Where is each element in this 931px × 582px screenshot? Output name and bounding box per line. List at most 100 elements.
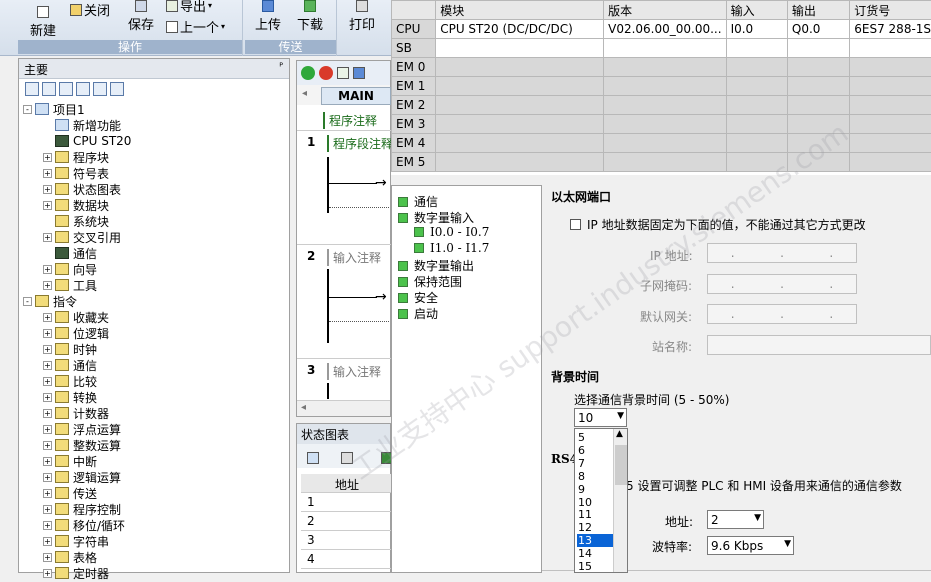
expand-icon[interactable]: + — [43, 473, 52, 482]
input-cell[interactable] — [726, 96, 787, 115]
module-cell[interactable]: CPU ST20 (DC/DC/DC) — [436, 20, 604, 39]
scroll-thumb[interactable] — [615, 445, 627, 485]
tree-item[interactable]: +中断 — [43, 453, 97, 469]
tree-item[interactable]: +浮点运算 — [43, 421, 121, 437]
tree-item[interactable]: +整数运算 — [43, 437, 121, 453]
table-row[interactable]: CPUCPU ST20 (DC/DC/DC)V02.06.00_00.00...… — [392, 20, 931, 39]
download-button[interactable]: 下载 — [297, 0, 323, 33]
expand-icon[interactable]: + — [43, 537, 52, 546]
order-cell[interactable] — [850, 39, 931, 58]
document-icon[interactable] — [59, 82, 73, 96]
output-cell[interactable] — [787, 96, 849, 115]
order-cell[interactable] — [850, 77, 931, 96]
config-tree-item[interactable]: 数字量输入 — [398, 209, 474, 226]
upload-button[interactable]: 上传 — [255, 0, 281, 33]
version-cell[interactable] — [604, 96, 726, 115]
module-cell[interactable] — [436, 58, 604, 77]
expand-icon[interactable]: + — [43, 169, 52, 178]
expand-icon[interactable]: + — [43, 329, 52, 338]
expand-icon[interactable]: + — [43, 185, 52, 194]
add-row-icon[interactable] — [307, 452, 319, 464]
table-row[interactable]: EM 0 — [392, 58, 931, 77]
tree-item[interactable]: -指令 — [23, 293, 77, 309]
expand-icon[interactable]: + — [43, 553, 52, 562]
config-tree-item[interactable]: 启动 — [398, 305, 438, 322]
table-row[interactable]: EM 3 — [392, 115, 931, 134]
tree-item[interactable]: -项目1 — [23, 101, 85, 117]
list-scrollbar[interactable]: ▲ — [613, 429, 627, 572]
tree-item[interactable]: +程序块 — [43, 149, 109, 165]
version-cell[interactable]: V02.06.00_00.00... — [604, 20, 726, 39]
status-chart-row[interactable]: 1 — [301, 493, 391, 512]
station-name-field[interactable] — [707, 335, 931, 355]
tree-line[interactable] — [43, 217, 52, 226]
delete-row-icon[interactable] — [341, 452, 353, 464]
monitor-icon[interactable] — [110, 82, 124, 96]
tree-item[interactable]: +逻辑运算 — [43, 469, 121, 485]
order-cell[interactable] — [850, 58, 931, 77]
tree-item[interactable]: +位逻辑 — [43, 325, 109, 341]
version-cell[interactable] — [604, 153, 726, 172]
version-cell[interactable] — [604, 134, 726, 153]
view-icon[interactable] — [25, 82, 39, 96]
output-cell[interactable] — [787, 77, 849, 96]
expand-icon[interactable]: + — [43, 265, 52, 274]
module-cell[interactable] — [436, 96, 604, 115]
input-cell[interactable] — [726, 134, 787, 153]
input-cell[interactable] — [726, 77, 787, 96]
compile-icon[interactable] — [337, 67, 349, 79]
dropdown-option[interactable]: 7 — [577, 457, 617, 470]
tree-item[interactable]: +表格 — [43, 549, 97, 565]
config-tree-item[interactable]: I1.0 - I1.7 — [414, 241, 489, 255]
version-cell[interactable] — [604, 39, 726, 58]
expand-icon[interactable]: + — [43, 393, 52, 402]
tree-item[interactable]: +数据块 — [43, 197, 109, 213]
table-row[interactable]: EM 1 — [392, 77, 931, 96]
input-cell[interactable] — [726, 39, 787, 58]
version-cell[interactable] — [604, 115, 726, 134]
module-cell[interactable] — [436, 153, 604, 172]
order-cell[interactable] — [850, 115, 931, 134]
tree-line[interactable] — [43, 249, 52, 258]
config-tree-item[interactable]: 通信 — [398, 193, 438, 210]
expand-icon[interactable]: + — [43, 345, 52, 354]
table-icon[interactable] — [42, 82, 56, 96]
config-tree-item[interactable]: I0.0 - I0.7 — [414, 225, 489, 239]
background-time-select[interactable]: 10 ▼ — [574, 408, 627, 427]
table-row[interactable]: SB — [392, 39, 931, 58]
program-comment-row[interactable]: 程序注释 — [297, 109, 392, 131]
table-row[interactable]: EM 4 — [392, 134, 931, 153]
input-cell[interactable] — [726, 115, 787, 134]
output-cell[interactable] — [787, 134, 849, 153]
dropdown-option[interactable]: 11 — [577, 508, 617, 521]
output-cell[interactable]: Q0.0 — [787, 20, 849, 39]
tree-line[interactable] — [43, 121, 52, 130]
input-cell[interactable]: I0.0 — [726, 20, 787, 39]
collapse-icon[interactable]: - — [23, 297, 32, 306]
document-icon[interactable] — [76, 82, 90, 96]
network-3[interactable]: 3 输入注释 — [297, 359, 392, 399]
subnet-mask-field[interactable]: ... — [707, 274, 857, 294]
background-time-dropdown-list[interactable]: 56789101112131415 ▲ — [574, 428, 628, 573]
network-2[interactable]: 2 输入注释 → — [297, 245, 392, 359]
gateway-field[interactable]: ... — [707, 304, 857, 324]
dropdown-option[interactable]: 12 — [577, 521, 617, 534]
tree-line[interactable] — [43, 137, 52, 146]
order-cell[interactable] — [850, 134, 931, 153]
expand-icon[interactable]: + — [43, 233, 52, 242]
tree-item[interactable]: +向导 — [43, 261, 97, 277]
dropdown-option[interactable]: 5 — [577, 431, 617, 444]
expand-icon[interactable]: + — [43, 441, 52, 450]
expand-icon[interactable]: + — [43, 521, 52, 530]
tree-item[interactable]: 通信 — [43, 245, 97, 261]
dropdown-option[interactable]: 15 — [577, 560, 617, 573]
new-button[interactable]: 新建 — [30, 6, 56, 39]
expand-icon[interactable]: + — [43, 153, 52, 162]
tab-main[interactable]: MAIN — [321, 87, 391, 105]
output-cell[interactable] — [787, 153, 849, 172]
horizontal-scrollbar[interactable]: ◂ — [297, 400, 390, 416]
chevron-up-icon[interactable]: ▲ — [616, 429, 623, 439]
close-button[interactable]: 关闭 — [70, 0, 110, 19]
tree-item[interactable]: +字符串 — [43, 533, 109, 549]
expand-icon[interactable]: + — [43, 409, 52, 418]
